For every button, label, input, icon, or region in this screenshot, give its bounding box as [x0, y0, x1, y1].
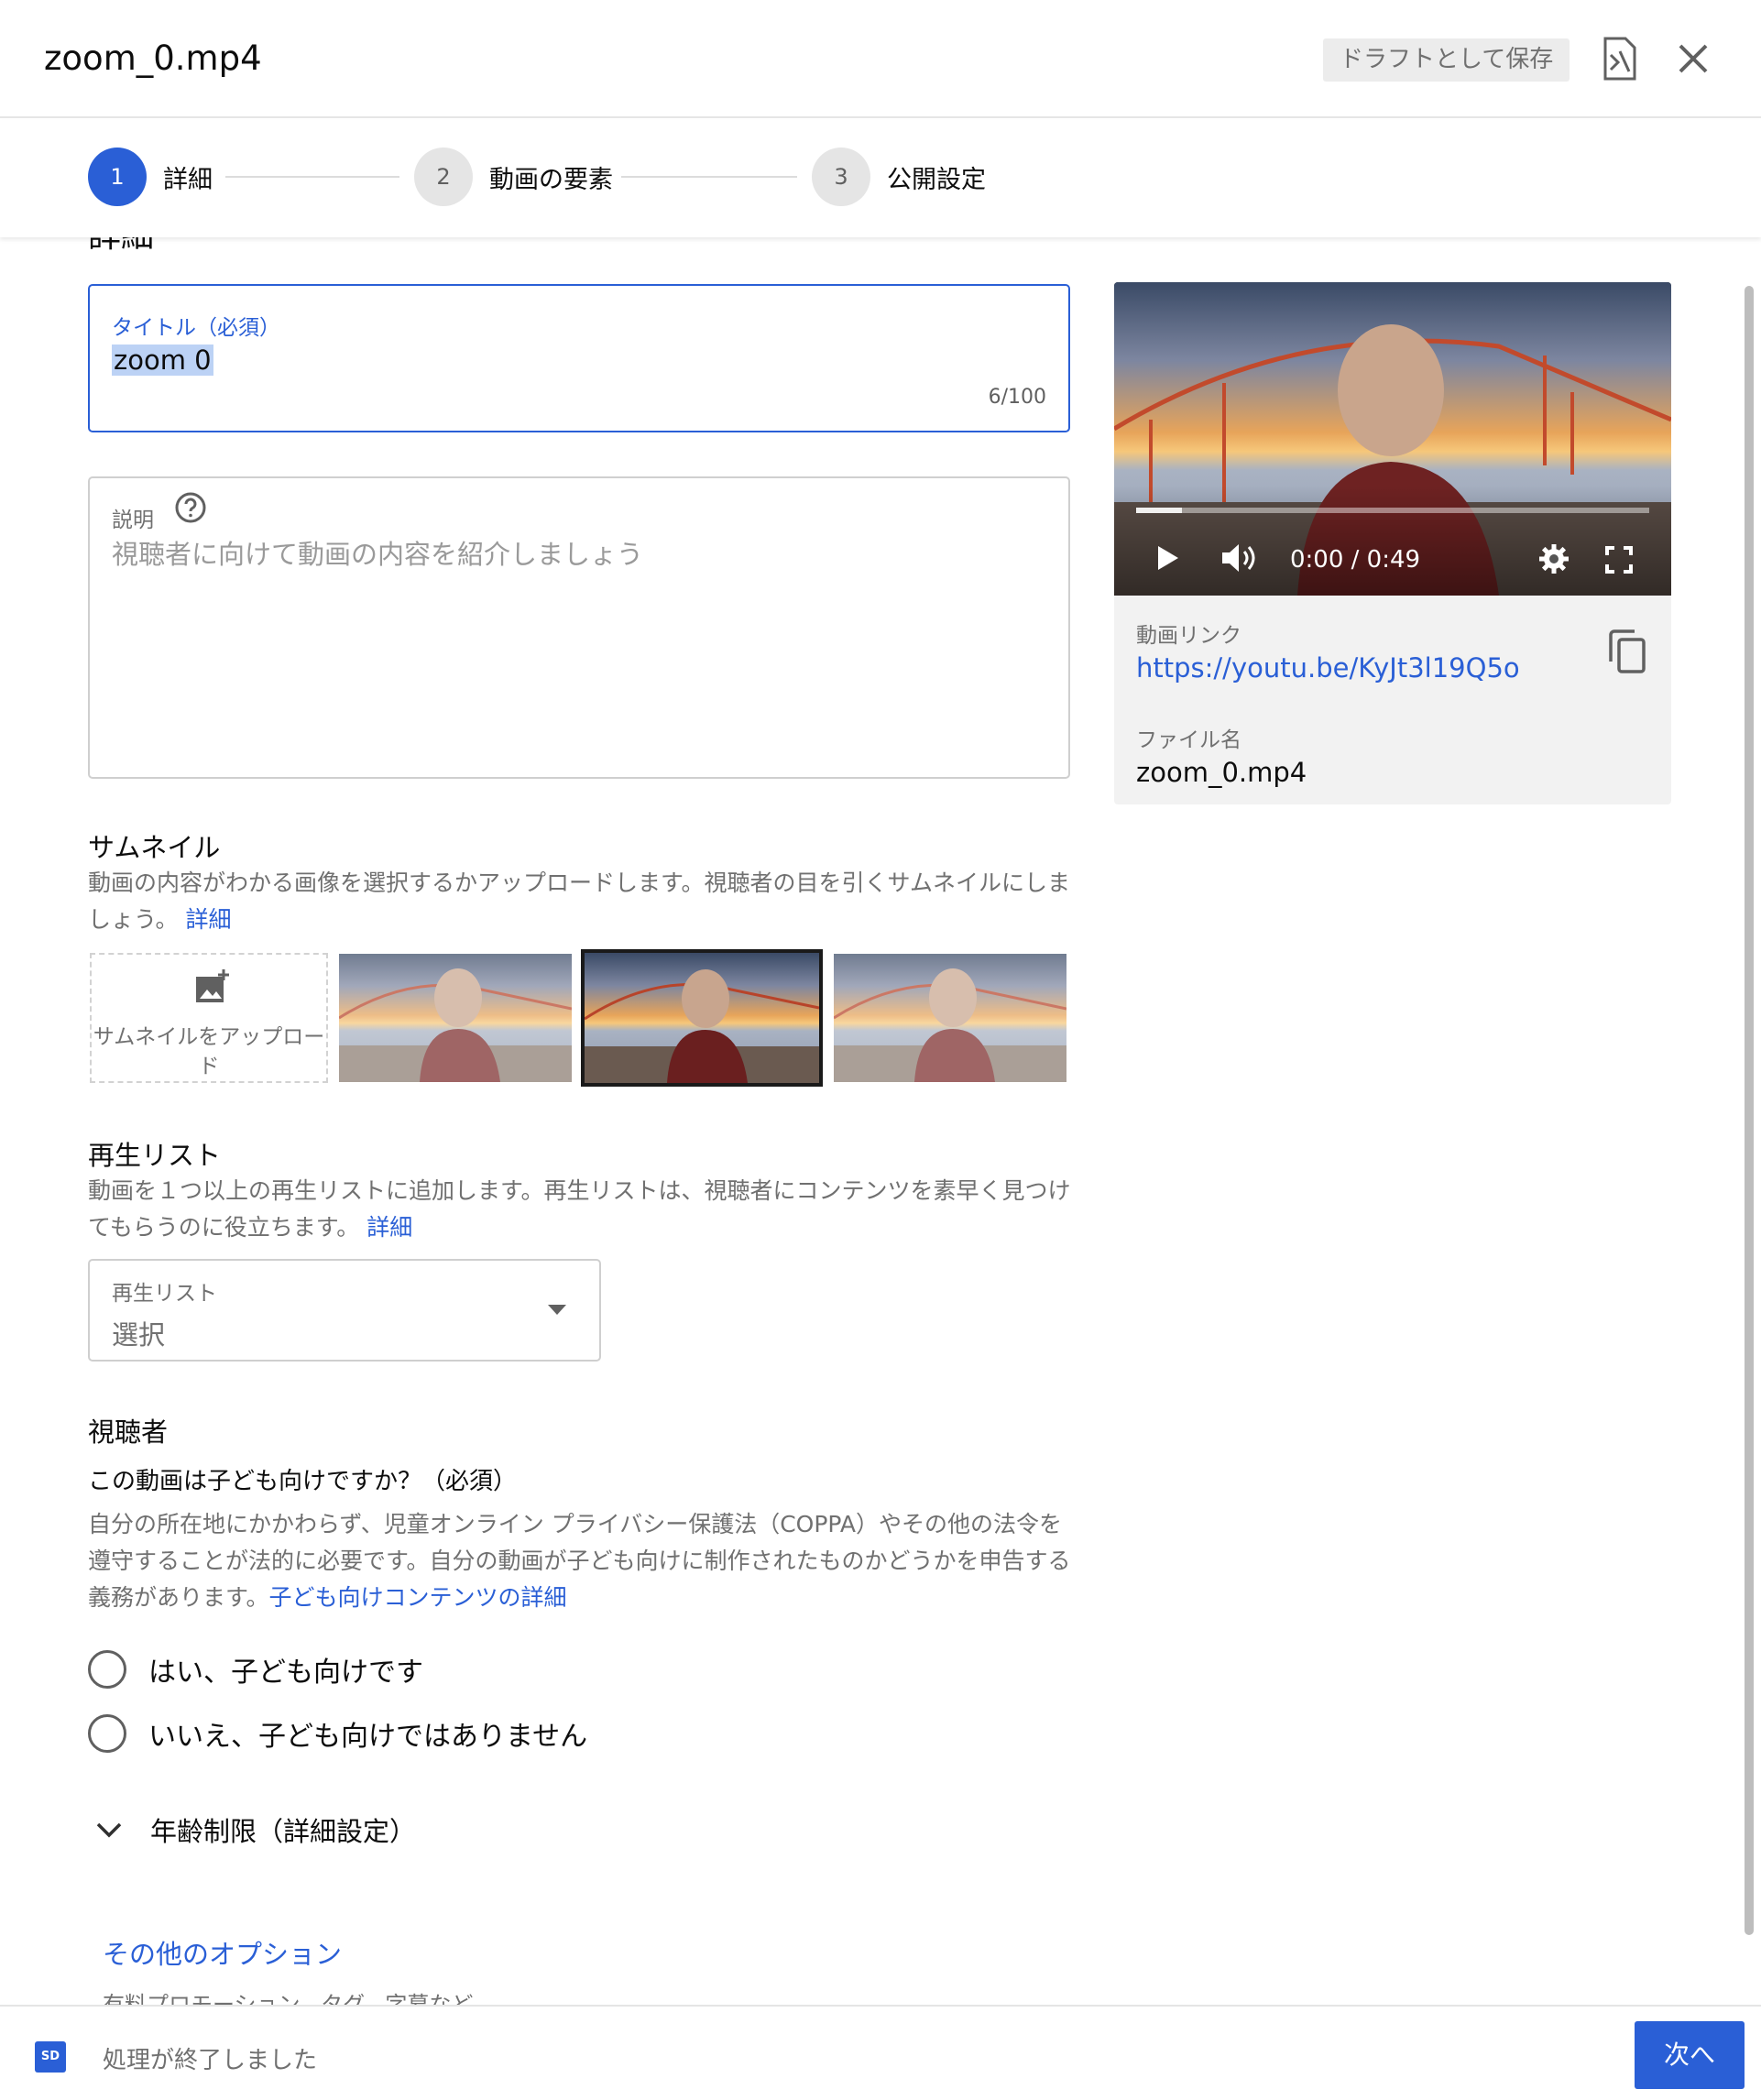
video-progress-bar[interactable] — [1136, 508, 1649, 513]
upload-thumbnail-label: サムネイルをアップロード — [93, 1025, 325, 1078]
description-input[interactable]: 視聴者に向けて動画の内容を紹介しましょう — [112, 533, 643, 572]
video-time: 0:00 / 0:49 — [1290, 546, 1421, 574]
upload-dialog: zoom_0.mp4 ドラフトとして保存 1 詳細 2 動画の要素 3 公開設定… — [0, 0, 1761, 2100]
title-input[interactable]: zoom 0 — [112, 345, 213, 376]
description-field-label: 説明 — [112, 509, 154, 532]
dialog-header: zoom_0.mp4 ドラフトとして保存 — [0, 0, 1761, 118]
more-options-link[interactable]: その他のオプション — [103, 1933, 342, 1972]
kids-content-learn-more-link[interactable]: 子ども向けコンテンツの詳細 — [269, 1584, 567, 1611]
playlist-select-value: 選択 — [112, 1319, 166, 1351]
scrollbar[interactable] — [1745, 286, 1754, 1935]
filename-label: ファイル名 — [1136, 728, 1241, 752]
add-photo-icon — [196, 969, 229, 1002]
play-icon[interactable] — [1156, 544, 1180, 572]
step-video-elements[interactable]: 2 動画の要素 — [414, 148, 613, 206]
next-button[interactable]: 次へ — [1635, 2021, 1745, 2089]
copy-icon[interactable] — [1607, 629, 1647, 674]
close-icon[interactable] — [1675, 40, 1712, 77]
step-label: 詳細 — [163, 165, 213, 194]
thumbnail-description-text: 動画の内容がわかる画像を選択するかアップロードします。視聴者の目を引くサムネイル… — [88, 870, 1071, 933]
processing-status: 処理が終了しました — [103, 2047, 318, 2074]
step-visibility[interactable]: 3 公開設定 — [812, 148, 986, 206]
fullscreen-icon[interactable] — [1605, 546, 1633, 574]
thumbnail-image — [834, 954, 1066, 1082]
playlist-description-text: 動画を１つ以上の再生リストに追加します。再生リストは、視聴者にコンテンツを素早く… — [88, 1177, 1071, 1241]
age-restriction-label: 年齢制限（詳細設定） — [150, 1816, 417, 1847]
video-link[interactable]: https://youtu.be/KyJt3l19Q5o — [1136, 652, 1520, 684]
radio-made-for-kids-yes[interactable]: はい、子ども向けです — [88, 1649, 423, 1690]
thumbnail-option[interactable] — [834, 954, 1066, 1082]
radio-label: いいえ、子ども向けではありません — [148, 1721, 588, 1753]
save-draft-button[interactable]: ドラフトとして保存 — [1323, 38, 1570, 82]
video-controls — [1114, 486, 1671, 596]
radio-label: はい、子ども向けです — [148, 1657, 423, 1689]
step-number: 3 — [812, 148, 870, 206]
audience-description-text: 自分の所在地にかかわらず、児童オンライン プライバシー保護法（COPPA）やその… — [88, 1511, 1071, 1611]
playlist-select[interactable]: 再生リスト 選択 — [88, 1259, 601, 1362]
step-number: 1 — [88, 148, 147, 206]
audience-heading: 視聴者 — [88, 1416, 169, 1448]
radio-made-for-kids-no[interactable]: いいえ、子ども向けではありません — [88, 1713, 587, 1754]
help-icon[interactable] — [174, 491, 207, 524]
playlist-description: 動画を１つ以上の再生リストに追加します。再生リストは、視聴者にコンテンツを素早く… — [88, 1173, 1077, 1246]
thumbnail-description: 動画の内容がわかる画像を選択するかアップロードします。視聴者の目を引くサムネイル… — [88, 865, 1077, 938]
chevron-down-icon — [96, 1822, 122, 1838]
title-field-label: タイトル（必須） — [112, 316, 280, 340]
feedback-icon[interactable] — [1598, 35, 1642, 84]
audience-question: この動画は子ども向けですか？（必須） — [88, 1468, 518, 1495]
thumbnail-learn-more-link[interactable]: 詳細 — [185, 906, 231, 933]
video-progress-fill — [1136, 508, 1183, 513]
settings-gear-icon[interactable] — [1537, 542, 1570, 575]
dialog-title: zoom_0.mp4 — [44, 38, 262, 78]
step-connector — [225, 176, 399, 178]
step-details[interactable]: 1 詳細 — [88, 148, 213, 206]
video-link-label: 動画リンク — [1136, 624, 1241, 648]
step-connector — [621, 176, 797, 178]
thumbnail-option[interactable] — [339, 954, 572, 1082]
description-field[interactable]: 説明 視聴者に向けて動画の内容を紹介しましょう — [88, 476, 1070, 779]
title-char-counter: 6/100 — [988, 386, 1046, 409]
volume-icon[interactable] — [1220, 542, 1257, 574]
radio-button[interactable] — [88, 1650, 126, 1689]
step-label: 公開設定 — [887, 165, 986, 194]
video-preview-panel: 0:00 / 0:49 動画リンク https://youtu.be/KyJt3… — [1114, 282, 1671, 804]
playlist-heading: 再生リスト — [88, 1140, 222, 1171]
filename-value: zoom_0.mp4 — [1136, 757, 1307, 788]
dialog-footer: SD 処理が終了しました 次へ — [0, 2005, 1761, 2100]
step-label: 動画の要素 — [489, 165, 613, 194]
sd-quality-badge: SD — [35, 2041, 66, 2073]
thumbnail-heading: サムネイル — [88, 832, 221, 863]
thumbnail-option-selected[interactable] — [581, 949, 823, 1087]
step-number: 2 — [414, 148, 473, 206]
radio-button[interactable] — [88, 1714, 126, 1753]
dropdown-arrow-icon — [548, 1305, 566, 1315]
progress-stepper: 1 詳細 2 動画の要素 3 公開設定 — [0, 120, 1761, 237]
upload-thumbnail-button[interactable]: サムネイルをアップロード — [90, 953, 328, 1083]
title-field[interactable]: タイトル（必須） zoom 0 6/100 — [88, 284, 1070, 432]
video-player[interactable]: 0:00 / 0:49 — [1114, 282, 1671, 596]
thumbnail-image — [585, 953, 819, 1083]
thumbnail-image — [339, 954, 572, 1082]
playlist-learn-more-link[interactable]: 詳細 — [366, 1214, 412, 1241]
age-restriction-toggle[interactable]: 年齢制限（詳細設定） — [95, 1810, 416, 1849]
audience-description: 自分の所在地にかかわらず、児童オンライン プライバシー保護法（COPPA）やその… — [88, 1506, 1079, 1616]
playlist-select-label: 再生リスト — [112, 1282, 217, 1306]
